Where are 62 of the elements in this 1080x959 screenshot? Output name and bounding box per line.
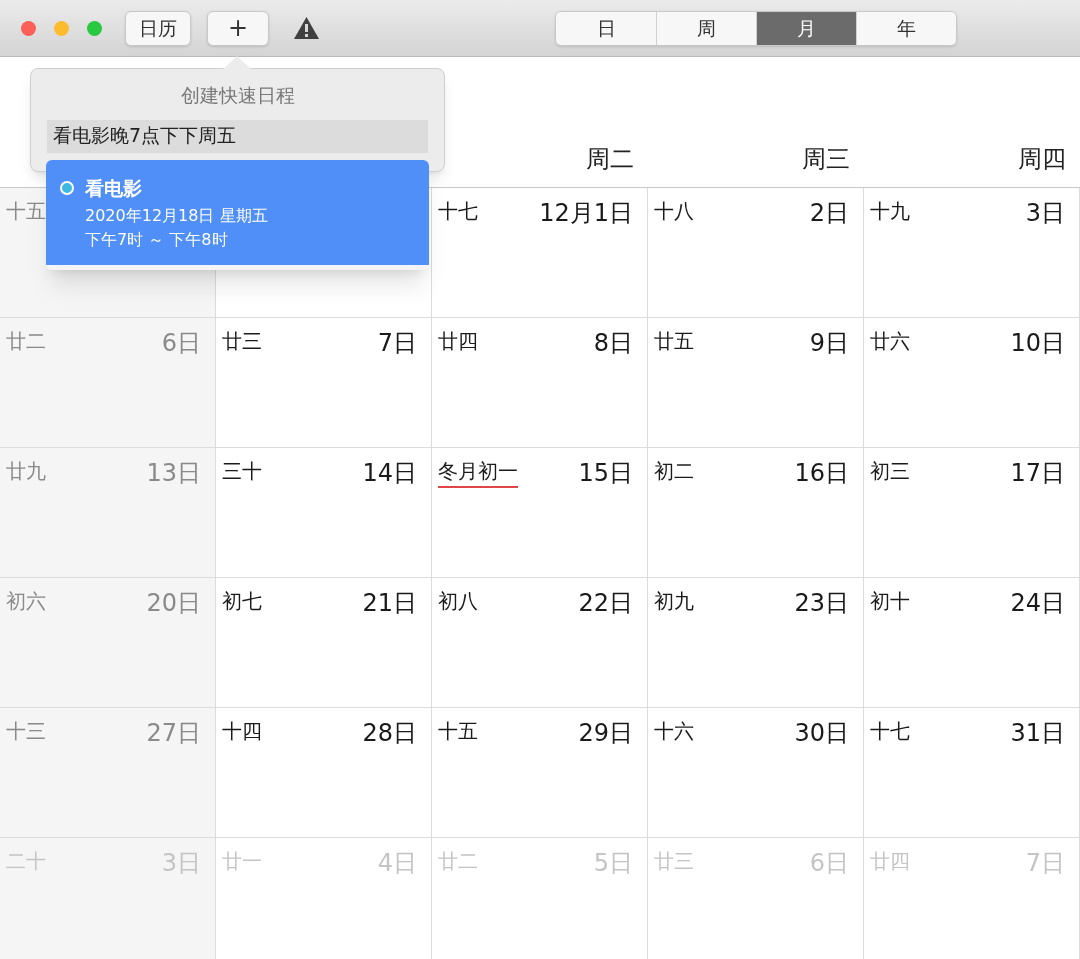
day-number: 24日 bbox=[1010, 588, 1065, 618]
day-number: 6日 bbox=[809, 848, 849, 878]
day-number: 17日 bbox=[1010, 458, 1065, 488]
day-number: 23日 bbox=[794, 588, 849, 618]
lunar-date: 廿一 bbox=[222, 848, 262, 874]
event-time: 下午7时 ～ 下午8时 bbox=[85, 229, 229, 251]
lunar-date: 廿四 bbox=[438, 328, 478, 354]
day-number: 15日 bbox=[578, 458, 633, 488]
lunar-date: 初二 bbox=[654, 458, 694, 484]
day-number: 14日 bbox=[362, 458, 417, 488]
day-number: 20日 bbox=[146, 588, 201, 618]
lunar-date: 廿六 bbox=[870, 328, 910, 354]
day-number: 12月1日 bbox=[539, 198, 633, 228]
lunar-date: 十七 bbox=[438, 198, 478, 224]
lunar-date: 十四 bbox=[222, 718, 262, 744]
day-number: 16日 bbox=[794, 458, 849, 488]
lunar-date: 冬月初一 bbox=[438, 458, 518, 488]
lunar-date: 十五 bbox=[6, 198, 46, 224]
lunar-date: 初八 bbox=[438, 588, 478, 614]
day-number: 8日 bbox=[593, 328, 633, 358]
event-date: 2020年12月18日 星期五 bbox=[85, 205, 268, 227]
day-number: 30日 bbox=[794, 718, 849, 748]
day-number: 27日 bbox=[146, 718, 201, 748]
weekday-header: 周三 bbox=[801, 144, 851, 175]
day-number: 5日 bbox=[593, 848, 633, 878]
weekday-header: 周二 bbox=[585, 144, 635, 175]
day-number: 9日 bbox=[809, 328, 849, 358]
day-number: 21日 bbox=[362, 588, 417, 618]
day-number: 10日 bbox=[1010, 328, 1065, 358]
lunar-date: 廿四 bbox=[870, 848, 910, 874]
lunar-date: 廿三 bbox=[654, 848, 694, 874]
lunar-date: 十八 bbox=[654, 198, 694, 224]
lunar-date: 十五 bbox=[438, 718, 478, 744]
lunar-date: 廿二 bbox=[6, 328, 46, 354]
lunar-date: 廿三 bbox=[222, 328, 262, 354]
lunar-date: 廿五 bbox=[654, 328, 694, 354]
day-number: 7日 bbox=[1025, 848, 1065, 878]
lunar-date: 初六 bbox=[6, 588, 46, 614]
lunar-date: 廿九 bbox=[6, 458, 46, 484]
lunar-date: 十七 bbox=[870, 718, 910, 744]
lunar-date: 十三 bbox=[6, 718, 46, 744]
lunar-date: 初七 bbox=[222, 588, 262, 614]
day-number: 22日 bbox=[578, 588, 633, 618]
day-number: 28日 bbox=[362, 718, 417, 748]
popover-title: 创建快速日程 bbox=[180, 83, 295, 108]
lunar-date: 初三 bbox=[870, 458, 910, 484]
day-number: 4日 bbox=[377, 848, 417, 878]
event-title: 看电影 bbox=[85, 176, 143, 200]
lunar-date: 十六 bbox=[654, 718, 694, 744]
day-number: 6日 bbox=[161, 328, 201, 358]
day-number: 7日 bbox=[377, 328, 417, 358]
day-number: 3日 bbox=[1025, 198, 1065, 228]
lunar-date: 初九 bbox=[654, 588, 694, 614]
day-number: 2日 bbox=[809, 198, 849, 228]
day-number: 13日 bbox=[146, 458, 201, 488]
lunar-date: 廿二 bbox=[438, 848, 478, 874]
lunar-date: 初十 bbox=[870, 588, 910, 614]
weekday-header: 周四 bbox=[1017, 144, 1067, 175]
lunar-date: 三十 bbox=[222, 458, 262, 484]
day-number: 31日 bbox=[1010, 718, 1065, 748]
day-number: 29日 bbox=[578, 718, 633, 748]
lunar-date: 十九 bbox=[870, 198, 910, 224]
